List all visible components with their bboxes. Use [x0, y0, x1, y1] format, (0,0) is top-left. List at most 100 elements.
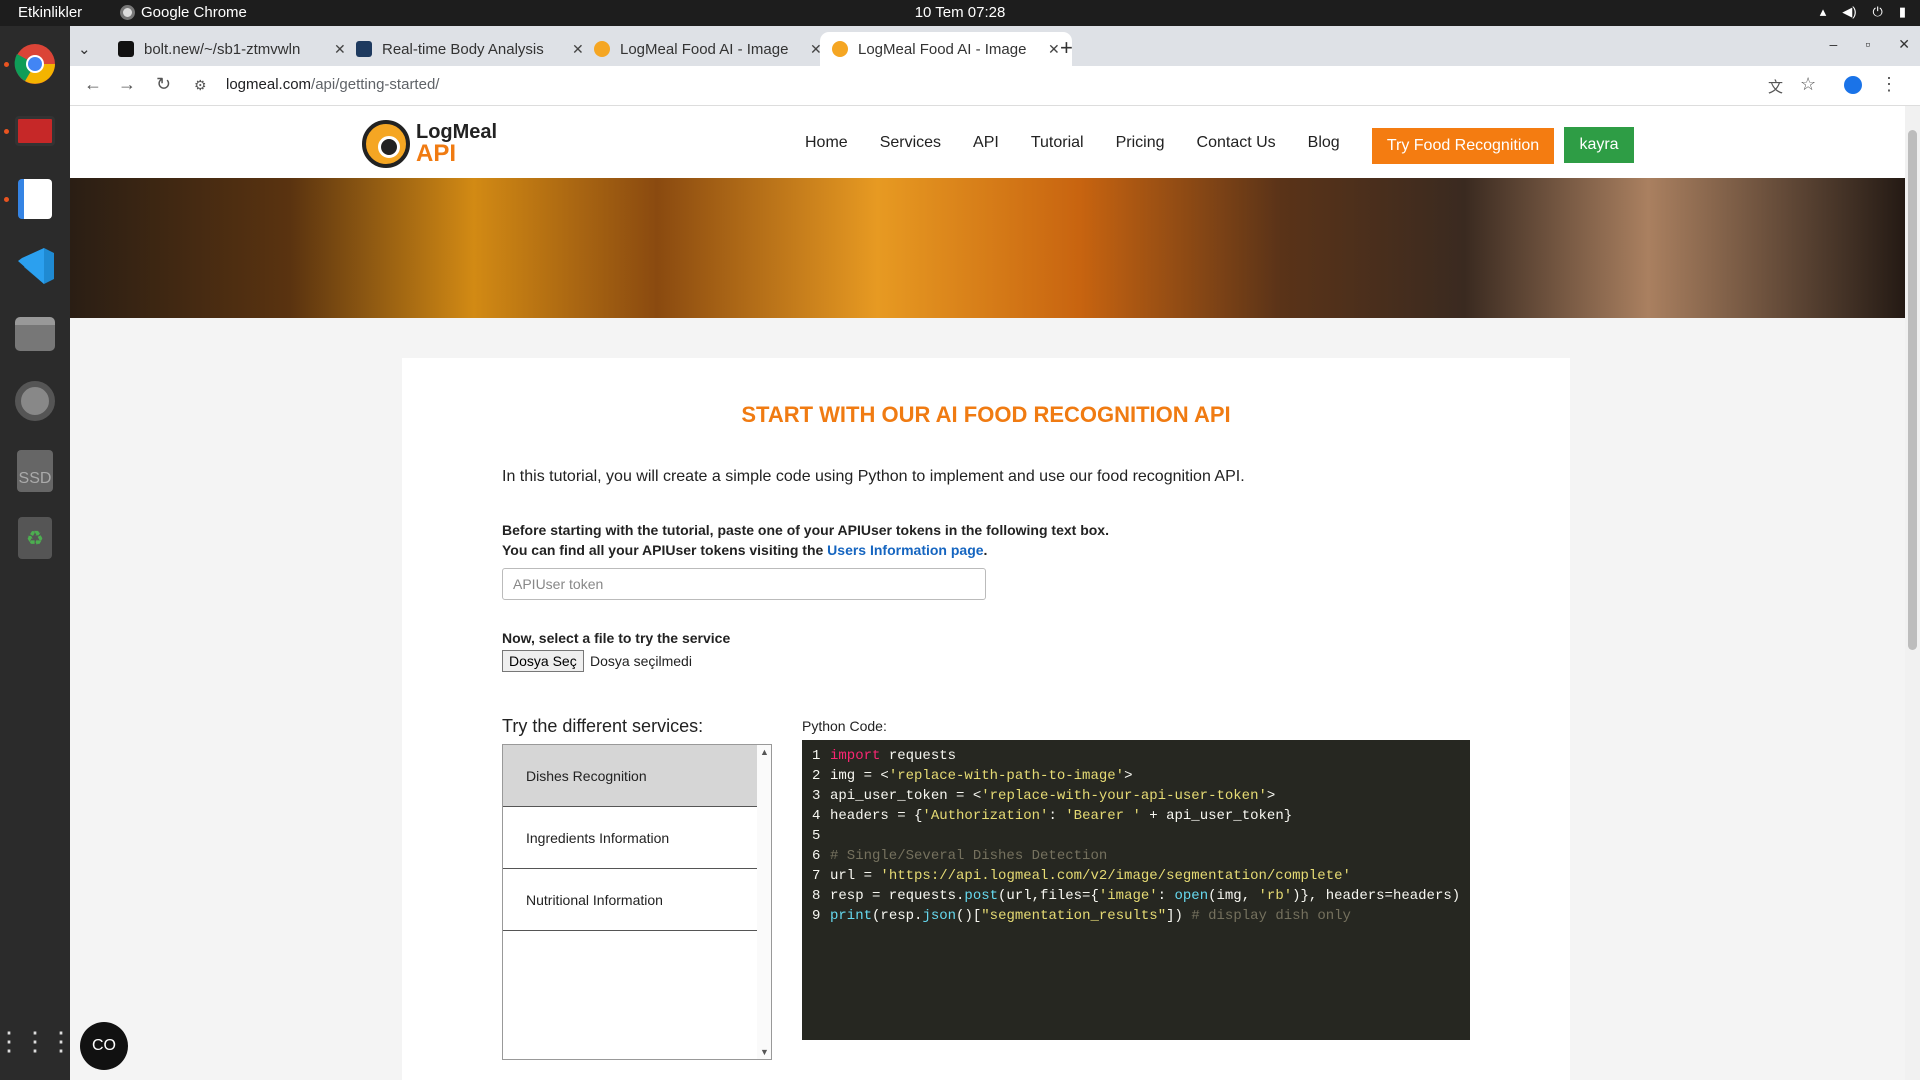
- code-line: 1 import requests: [812, 748, 957, 764]
- web-page: LogMeal API Home Services API Tutorial Pr…: [70, 106, 1905, 1080]
- profile-avatar-icon[interactable]: [1844, 76, 1862, 94]
- settings-icon[interactable]: [10, 376, 60, 426]
- nav-pricing[interactable]: Pricing: [1116, 134, 1165, 152]
- dock: SSD ♻ ⋮⋮⋮: [0, 26, 74, 1080]
- text-editor-icon[interactable]: [10, 174, 60, 224]
- period: .: [983, 542, 988, 558]
- nav-home[interactable]: Home: [805, 134, 848, 152]
- code-line: 6 # Single/Several Dishes Detection: [812, 848, 1108, 864]
- scroll-down-arrow-icon[interactable]: ▼: [760, 1047, 769, 1057]
- menu-kebab-icon[interactable]: ⋮: [1880, 74, 1898, 95]
- service-ingredients-information[interactable]: Ingredients Information: [503, 807, 757, 869]
- tab-title: LogMeal Food AI - Image: [858, 40, 1027, 58]
- tab-title: LogMeal Food AI - Image: [620, 40, 789, 58]
- tutorial-card: START WITH OUR AI FOOD RECOGNITION API I…: [402, 358, 1570, 1080]
- screen-recorder-icon[interactable]: [10, 106, 60, 156]
- translate-icon[interactable]: 文: [1768, 76, 1783, 97]
- window-controls: – ▫ ✕: [1830, 36, 1911, 53]
- service-nutritional-information[interactable]: Nutritional Information: [503, 869, 757, 931]
- tab-title: bolt.new/~/sb1-ztmvwln: [144, 40, 301, 58]
- close-icon[interactable]: ✕: [1048, 41, 1060, 58]
- services-listbox[interactable]: Dishes Recognition Ingredients Informati…: [502, 744, 772, 1060]
- logmeal-favicon-icon: [832, 41, 848, 57]
- system-tray[interactable]: ▴ ◀) ⏻ ▮: [1820, 4, 1906, 20]
- bolt-favicon-icon: [118, 41, 134, 57]
- ssd-drive-icon[interactable]: SSD: [10, 446, 60, 496]
- url-path: /api/getting-started/: [311, 76, 440, 93]
- close-window-icon[interactable]: ✕: [1898, 36, 1910, 53]
- back-arrow-icon[interactable]: ←: [84, 74, 102, 95]
- logmeal-logo[interactable]: LogMeal API: [362, 120, 497, 168]
- tab-body-analysis[interactable]: Real-time Body Analysis ✕: [344, 32, 596, 66]
- services-label: Try the different services:: [502, 716, 704, 736]
- app-grid-icon[interactable]: ⋮⋮⋮: [0, 1016, 74, 1066]
- intro-text: In this tutorial, you will create a simp…: [502, 468, 1245, 485]
- url-host: logmeal.com: [226, 76, 312, 93]
- users-information-link[interactable]: Users Information page: [827, 542, 983, 558]
- forward-arrow-icon[interactable]: →: [118, 74, 136, 95]
- code-line: 9 print(resp.json()["segmentation_results…: [812, 908, 1351, 924]
- nav-services[interactable]: Services: [880, 134, 941, 152]
- code-line: 2 img = <'replace-with-path-to-image'>: [812, 768, 1133, 784]
- chat-bubble-icon: CO: [92, 1037, 116, 1054]
- code-line: 3 api_user_token = <'replace-with-your-ap…: [812, 788, 1276, 804]
- files-icon[interactable]: [10, 309, 60, 359]
- system-top-bar: Etkinlikler Google Chrome 10 Tem 07:28 ▴…: [0, 0, 1920, 26]
- tab-search-button[interactable]: ⌄: [70, 32, 98, 66]
- tab-bolt[interactable]: bolt.new/~/sb1-ztmvwln ✕: [106, 32, 358, 66]
- active-app-menu[interactable]: Google Chrome: [120, 4, 247, 21]
- nav-contact-us[interactable]: Contact Us: [1197, 134, 1276, 152]
- nav-tutorial[interactable]: Tutorial: [1031, 134, 1084, 152]
- hero-banner-image: [70, 178, 1905, 318]
- browser-toolbar: ← → ↻ ⚙ logmeal.com/api/getting-started/…: [70, 66, 1920, 106]
- reload-icon[interactable]: ↻: [156, 74, 171, 95]
- nav-blog[interactable]: Blog: [1308, 134, 1340, 152]
- tab-logmeal-active[interactable]: LogMeal Food AI - Image ✕: [820, 32, 1072, 66]
- token-instructions-line2: You can find all your APIUser tokens vis…: [502, 542, 828, 558]
- wifi-icon: ▴: [1819, 4, 1827, 19]
- site-info-icon[interactable]: ⚙: [194, 77, 207, 94]
- scroll-up-arrow-icon[interactable]: ▲: [760, 747, 769, 757]
- token-instructions-line1: Before starting with the tutorial, paste…: [502, 522, 1109, 538]
- logmeal-camera-logo-icon: [362, 120, 410, 168]
- minimize-icon[interactable]: –: [1830, 36, 1838, 53]
- service-dishes-recognition[interactable]: Dishes Recognition: [503, 745, 757, 807]
- volume-icon: ◀): [1842, 4, 1857, 19]
- user-account-button[interactable]: kayra: [1564, 127, 1634, 163]
- maximize-icon[interactable]: ▫: [1865, 36, 1870, 53]
- tab-title: Real-time Body Analysis: [382, 40, 544, 58]
- new-tab-plus-icon[interactable]: +: [1060, 35, 1073, 61]
- chrome-icon[interactable]: [10, 39, 60, 89]
- system-clock[interactable]: 10 Tem 07:28: [915, 4, 1006, 21]
- try-food-recognition-button[interactable]: Try Food Recognition: [1372, 128, 1554, 164]
- trash-icon[interactable]: ♻: [10, 513, 60, 563]
- code-line: 8 resp = requests.post(url,files={'image'…: [812, 888, 1461, 904]
- chat-widget-button[interactable]: CO: [80, 1022, 128, 1070]
- chrome-small-icon: [120, 5, 135, 20]
- listbox-scrollbar[interactable]: ▲ ▼: [757, 745, 771, 1059]
- power-icon: ⏻: [1872, 4, 1883, 19]
- python-code-label: Python Code:: [802, 718, 887, 734]
- logo-text-logmeal: LogMeal: [416, 121, 498, 143]
- choose-file-button[interactable]: Dosya Seç: [502, 650, 584, 672]
- apiuser-token-input[interactable]: [502, 568, 986, 600]
- token-instructions: Before starting with the tutorial, paste…: [502, 520, 1109, 560]
- page-title: START WITH OUR AI FOOD RECOGNITION API: [741, 402, 1231, 427]
- body-analysis-favicon-icon: [356, 41, 372, 57]
- ssd-label: SSD: [17, 450, 53, 492]
- logmeal-favicon-icon: [594, 41, 610, 57]
- activities-button[interactable]: Etkinlikler: [18, 4, 82, 21]
- address-bar[interactable]: logmeal.com/api/getting-started/: [226, 76, 439, 93]
- select-file-label: Now, select a file to try the service: [502, 630, 731, 646]
- scrollbar-thumb[interactable]: [1908, 130, 1917, 650]
- bookmark-star-icon[interactable]: ☆: [1800, 74, 1816, 95]
- tab-logmeal-1[interactable]: LogMeal Food AI - Image ✕: [582, 32, 834, 66]
- nav-api[interactable]: API: [973, 134, 999, 152]
- vscode-icon[interactable]: [10, 241, 60, 291]
- python-code-block[interactable]: 1 import requests 2 img = <'replace-with-p…: [802, 740, 1470, 1040]
- page-scrollbar[interactable]: [1905, 106, 1920, 1080]
- code-line: 4 headers = {'Authorization': 'Bearer ' +…: [812, 808, 1293, 824]
- active-app-name: Google Chrome: [141, 4, 247, 21]
- code-line: 5: [812, 828, 821, 844]
- code-line: 7 url = 'https://api.logmeal.com/v2/image…: [812, 868, 1351, 884]
